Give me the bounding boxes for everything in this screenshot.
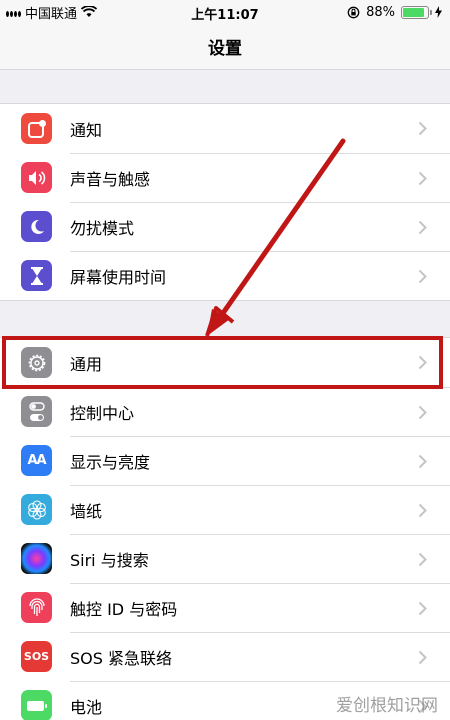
annotation-arrow — [205, 138, 346, 337]
watermark: 爱创根知识网 — [336, 696, 438, 716]
